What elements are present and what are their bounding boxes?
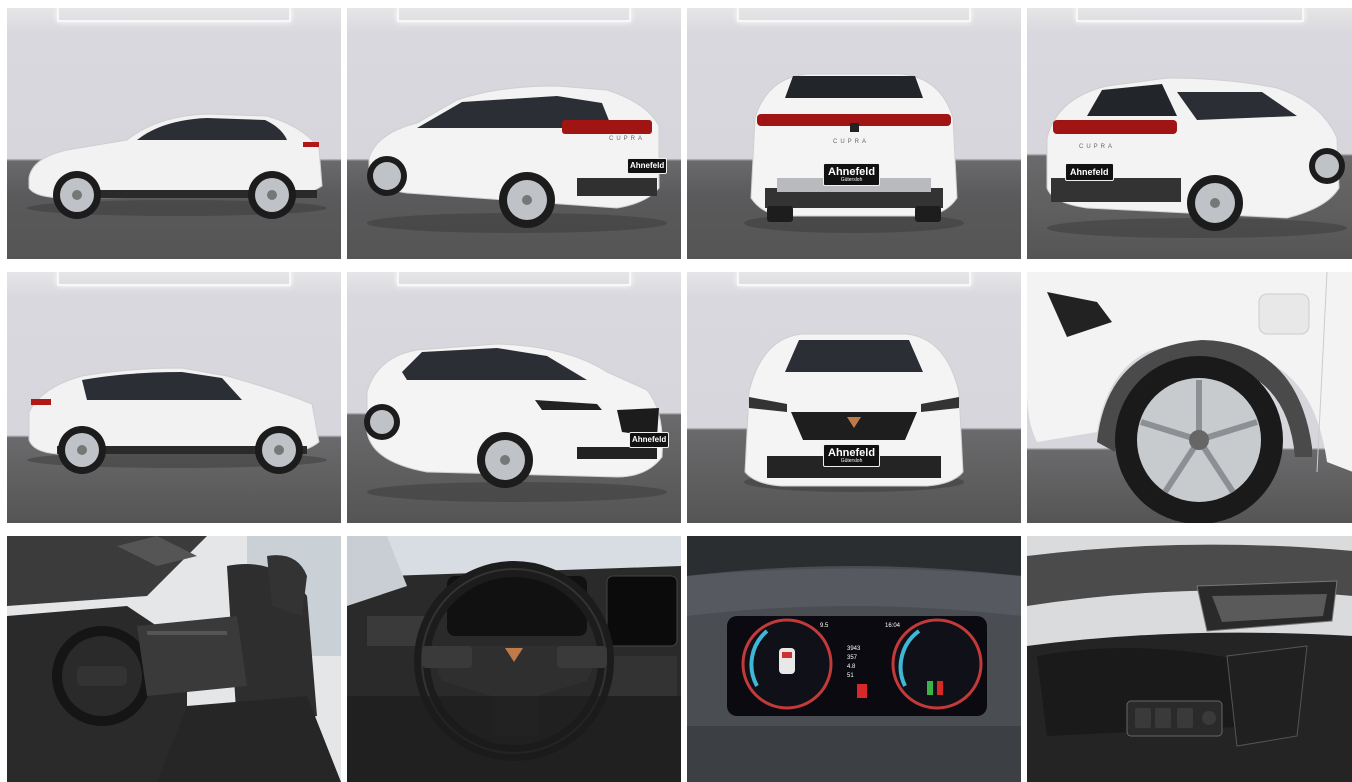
photo-door-panel[interactable] [1027, 536, 1352, 782]
photo-interior-driver[interactable] [7, 536, 341, 782]
wheel-closeup-image [1027, 272, 1352, 523]
wheel [58, 426, 106, 474]
studio-ceiling-light [1075, 8, 1305, 22]
wheel [1187, 175, 1243, 231]
photo-wheel-closeup[interactable] [1027, 272, 1352, 523]
photo-side-left-view[interactable] [7, 8, 341, 259]
door-panel-image [1027, 536, 1352, 782]
car-side-left-image [27, 113, 327, 219]
car-front-quarter-image [364, 343, 667, 502]
dealer-plate: Ahnefeld Gütersloh [823, 163, 881, 186]
wheel [499, 172, 555, 228]
dealer-plate: Ahnefeld [629, 432, 670, 448]
wheel [367, 156, 407, 196]
studio-ceiling-light [397, 8, 631, 22]
photo-rear-view[interactable]: CUPRA Ahnefeld Gütersloh [687, 8, 1021, 259]
car-rear-quarter-right-image [1046, 77, 1347, 238]
dealer-plate: Ahnefeld Gütersloh [823, 444, 881, 467]
photo-steering-wheel[interactable] [347, 536, 681, 782]
temperature-readout: 9.5 [820, 623, 829, 629]
studio-ceiling-light [737, 8, 971, 22]
steering-wheel-image [347, 536, 681, 782]
dealer-plate: Ahnefeld [627, 158, 668, 174]
studio-ceiling-light [737, 272, 971, 286]
photo-rear-three-quarter-view[interactable]: CUPRA Ahnefeld [347, 8, 681, 259]
wheel [255, 426, 303, 474]
dealer-plate: Ahnefeld [1065, 163, 1114, 181]
eco-readout: 51 [847, 673, 854, 679]
wheel [364, 404, 400, 440]
wheel [477, 432, 533, 488]
studio-ceiling-light [57, 272, 291, 286]
studio-ceiling-light [57, 8, 291, 22]
photo-instrument-cluster[interactable]: 9.5 16:04 3943 357 4.8 51 [687, 536, 1021, 782]
car-side-right-image [27, 367, 327, 474]
photo-side-right-view[interactable] [7, 272, 341, 523]
wheel [1309, 148, 1345, 184]
studio-ceiling-light [397, 272, 631, 286]
odometer-readout: 3943 [847, 646, 861, 652]
rear-badge: CUPRA [833, 139, 870, 145]
consumption-readout: 4.8 [847, 664, 856, 670]
time-readout: 16:04 [885, 623, 901, 629]
interior-driver-image [7, 536, 341, 782]
car-front-image [744, 333, 964, 492]
car-rear-image [744, 73, 964, 233]
photo-front-view[interactable]: Ahnefeld Gütersloh [687, 272, 1021, 523]
wheel [53, 171, 101, 219]
photo-gallery: CUPRA Ahnefeld CUPRA AhnefeldGütersloh [7, 8, 1352, 782]
range-readout: 357 [847, 655, 858, 661]
rear-badge: CUPRA [609, 136, 646, 142]
wheel [248, 171, 296, 219]
photo-front-three-quarter-view[interactable]: Ahnefeld [347, 272, 681, 523]
rear-badge: CUPRA [1079, 144, 1116, 150]
car-rear-quarter-image [367, 85, 667, 233]
photo-rear-three-quarter-right-view[interactable]: CUPRA Ahnefeld [1027, 8, 1352, 259]
